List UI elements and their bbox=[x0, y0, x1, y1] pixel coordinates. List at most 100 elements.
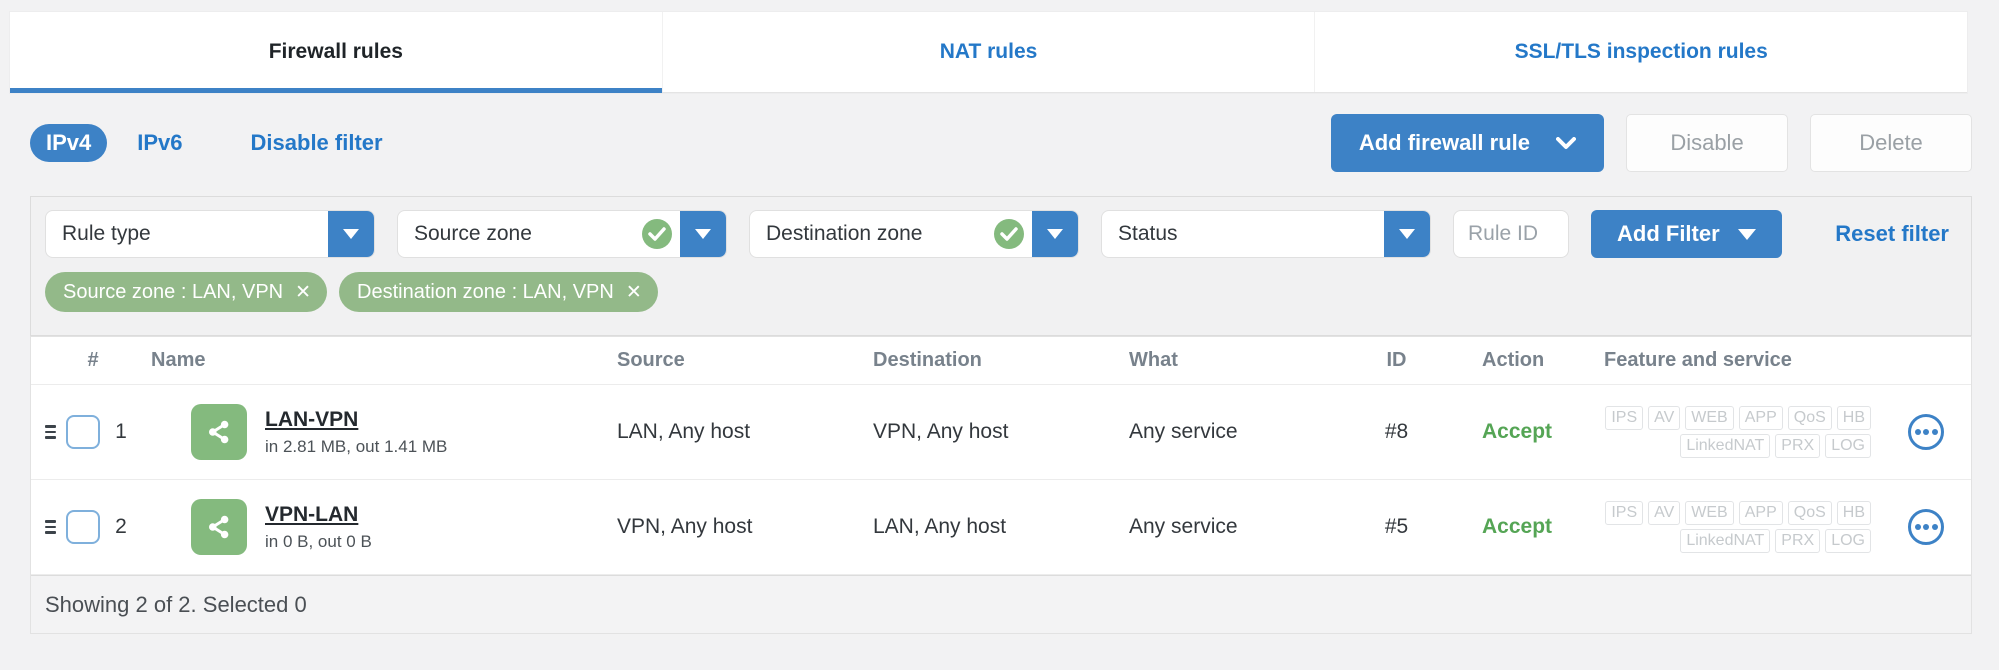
cell-source: VPN, Any host bbox=[617, 515, 753, 538]
chevron-down-icon bbox=[1737, 228, 1756, 240]
remove-chip-icon[interactable]: ✕ bbox=[295, 283, 311, 302]
disable-filter-link[interactable]: Disable filter bbox=[251, 130, 383, 156]
feature-badge: QoS bbox=[1787, 406, 1832, 430]
add-filter-label: Add Filter bbox=[1617, 221, 1720, 246]
row-checkbox[interactable] bbox=[66, 415, 100, 449]
firewall-rules-table: # Name Source Destination What ID Action… bbox=[30, 336, 1972, 634]
cell-what: Any service bbox=[1129, 515, 1238, 538]
add-firewall-rule-button[interactable]: Add firewall rule bbox=[1330, 114, 1604, 172]
check-circle-icon bbox=[642, 219, 672, 249]
cell-action: Accept bbox=[1482, 420, 1553, 443]
status-label: Status bbox=[1118, 222, 1178, 245]
feature-badge: APP bbox=[1738, 406, 1783, 430]
more-actions-button[interactable] bbox=[1908, 509, 1944, 545]
header-action: Action bbox=[1482, 349, 1545, 371]
feature-badge: AV bbox=[1648, 501, 1681, 525]
filter-chip-label: Source zone : LAN, VPN bbox=[63, 280, 284, 303]
reset-filter-link[interactable]: Reset filter bbox=[1835, 221, 1949, 247]
cell-destination: VPN, Any host bbox=[873, 420, 1009, 443]
more-actions-button[interactable] bbox=[1908, 414, 1944, 450]
rule-id-input[interactable] bbox=[1453, 210, 1569, 258]
row-number: 2 bbox=[115, 515, 127, 538]
rule-traffic-stats: in 2.81 MB, out 1.41 MB bbox=[265, 436, 448, 456]
cell-rule-id: #5 bbox=[1384, 515, 1409, 538]
filter-row: Rule type Source zone Destination zone S… bbox=[31, 197, 1971, 258]
tab-firewall-rules[interactable]: Firewall rules bbox=[10, 12, 662, 93]
status-select[interactable]: Status bbox=[1101, 210, 1431, 258]
row-count-summary: Showing 2 of 2. Selected 0 bbox=[45, 591, 307, 617]
feature-badge: HB bbox=[1836, 406, 1871, 430]
dropdown-arrow-icon bbox=[1032, 211, 1078, 257]
add-filter-button[interactable]: Add Filter bbox=[1591, 210, 1782, 258]
source-zone-select[interactable]: Source zone bbox=[397, 210, 727, 258]
drag-handle-icon[interactable] bbox=[45, 421, 65, 443]
feature-badge: QoS bbox=[1787, 501, 1832, 525]
feature-badge: APP bbox=[1738, 501, 1783, 525]
feature-badge: WEB bbox=[1685, 501, 1734, 525]
delete-button[interactable]: Delete bbox=[1810, 114, 1972, 172]
feature-badge: PRX bbox=[1775, 529, 1821, 553]
table-footer: Showing 2 of 2. Selected 0 bbox=[31, 575, 1971, 633]
rule-name-link[interactable]: VPN-LAN bbox=[265, 503, 372, 527]
destination-zone-label: Destination zone bbox=[766, 222, 923, 245]
destination-zone-select[interactable]: Destination zone bbox=[749, 210, 1079, 258]
tab-bar: Firewall rules NAT rules SSL/TLS inspect… bbox=[10, 12, 1967, 93]
table-header-row: # Name Source Destination What ID Action… bbox=[31, 337, 1971, 385]
feature-badges: IPS AV WEB APP QoS HB LinkedNAT PRX LOG bbox=[1605, 501, 1871, 553]
check-circle-icon bbox=[994, 219, 1024, 249]
feature-badge: WEB bbox=[1685, 406, 1734, 430]
ipv6-toggle[interactable]: IPv6 bbox=[137, 130, 182, 156]
header-destination: Destination bbox=[873, 349, 982, 371]
toolbar-actions: Add firewall rule Disable Delete bbox=[1330, 114, 1972, 172]
rule-traffic-stats: in 0 B, out 0 B bbox=[265, 531, 372, 551]
feature-badge: LOG bbox=[1825, 529, 1871, 553]
disable-button[interactable]: Disable bbox=[1626, 114, 1788, 172]
cell-what: Any service bbox=[1129, 420, 1238, 443]
toolbar: IPv4 IPv6 Disable filter Add firewall ru… bbox=[30, 108, 1972, 178]
cell-rule-id: #8 bbox=[1384, 420, 1409, 443]
header-what: What bbox=[1129, 349, 1178, 371]
row-checkbox[interactable] bbox=[66, 510, 100, 544]
row-number: 1 bbox=[115, 420, 127, 443]
source-zone-label: Source zone bbox=[414, 222, 532, 245]
dropdown-arrow-icon bbox=[328, 211, 374, 257]
share-zone-icon bbox=[191, 404, 247, 460]
share-zone-icon bbox=[191, 499, 247, 555]
chevron-down-icon bbox=[1556, 136, 1576, 150]
header-name: Name bbox=[151, 349, 206, 371]
dropdown-arrow-icon bbox=[1384, 211, 1430, 257]
table-row: 2 VPN-LAN in 0 B, out 0 B VPN, Any host … bbox=[31, 480, 1971, 575]
rule-type-label: Rule type bbox=[62, 222, 151, 245]
active-filter-chips: Source zone : LAN, VPN ✕ Destination zon… bbox=[31, 258, 1971, 312]
header-source: Source bbox=[617, 349, 685, 371]
cell-source: LAN, Any host bbox=[617, 420, 751, 443]
filter-chip-source-zone: Source zone : LAN, VPN ✕ bbox=[45, 272, 328, 312]
feature-badge: LOG bbox=[1825, 434, 1871, 458]
feature-badge: IPS bbox=[1605, 501, 1644, 525]
filter-chip-destination-zone: Destination zone : LAN, VPN ✕ bbox=[339, 272, 658, 312]
table-row: 1 LAN-VPN in 2.81 MB, out 1.41 MB LAN, A… bbox=[31, 385, 1971, 480]
feature-badge: IPS bbox=[1605, 406, 1644, 430]
feature-badge: LinkedNAT bbox=[1680, 434, 1771, 458]
filter-panel: Rule type Source zone Destination zone S… bbox=[30, 196, 1972, 336]
ipv4-toggle[interactable]: IPv4 bbox=[30, 124, 108, 162]
feature-badge: PRX bbox=[1775, 434, 1821, 458]
filter-chip-label: Destination zone : LAN, VPN bbox=[357, 280, 614, 303]
add-firewall-rule-label: Add firewall rule bbox=[1358, 130, 1530, 155]
feature-badges: IPS AV WEB APP QoS HB LinkedNAT PRX LOG bbox=[1605, 406, 1871, 458]
cell-action: Accept bbox=[1482, 515, 1553, 538]
dropdown-arrow-icon bbox=[680, 211, 726, 257]
feature-badge: LinkedNAT bbox=[1680, 529, 1771, 553]
header-id: ID bbox=[1386, 349, 1407, 371]
header-number: # bbox=[87, 349, 99, 371]
drag-handle-icon[interactable] bbox=[45, 516, 65, 538]
feature-badge: AV bbox=[1648, 406, 1681, 430]
feature-badge: HB bbox=[1836, 501, 1871, 525]
remove-chip-icon[interactable]: ✕ bbox=[626, 283, 642, 302]
rule-type-select[interactable]: Rule type bbox=[45, 210, 375, 258]
tab-ssl-tls-inspection-rules[interactable]: SSL/TLS inspection rules bbox=[1314, 12, 1967, 92]
cell-destination: LAN, Any host bbox=[873, 515, 1007, 538]
rule-name-link[interactable]: LAN-VPN bbox=[265, 408, 447, 432]
header-feature-and-service: Feature and service bbox=[1604, 349, 1792, 371]
tab-nat-rules[interactable]: NAT rules bbox=[661, 12, 1315, 92]
